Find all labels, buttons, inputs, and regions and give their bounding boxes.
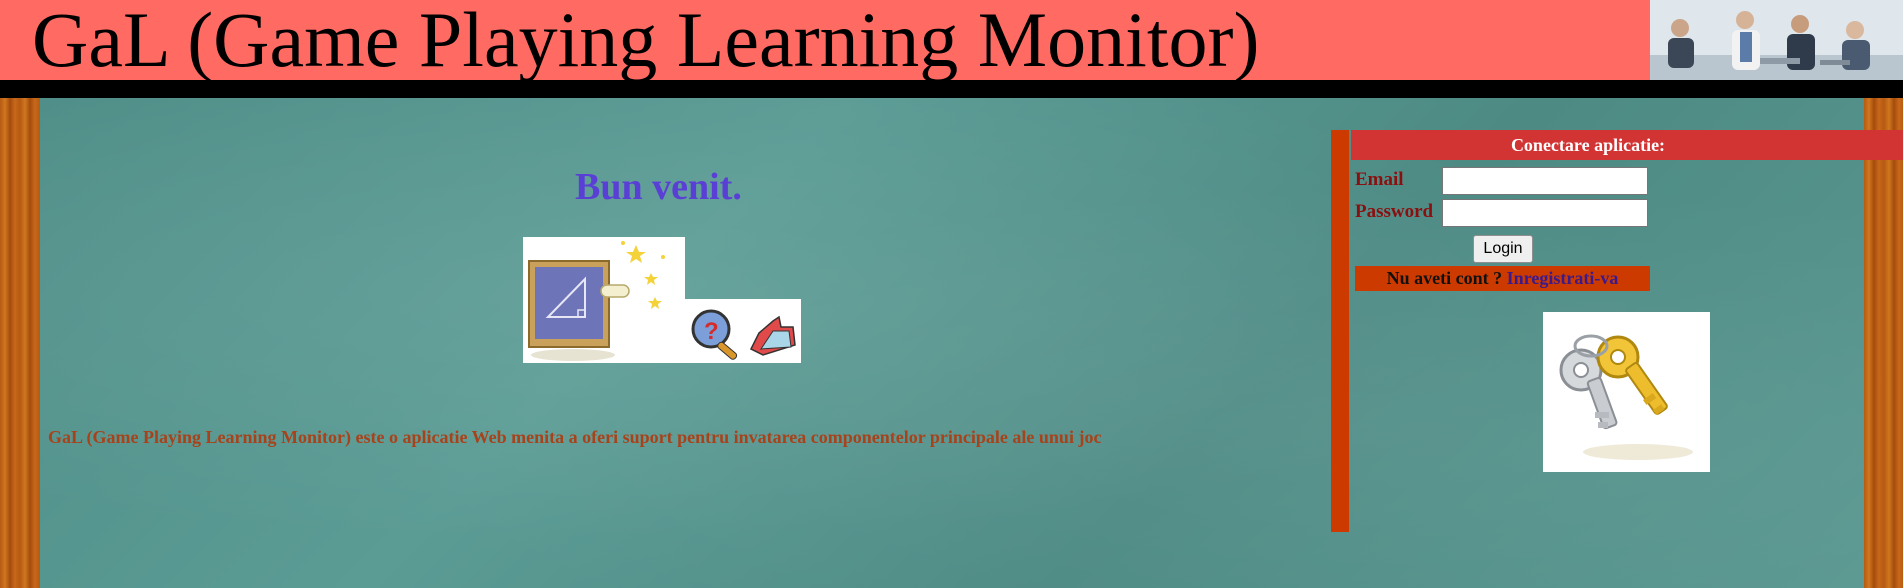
login-panel-accent-bar — [1331, 130, 1349, 532]
svg-text:?: ? — [704, 318, 719, 345]
chalkboard-question-thumbs-icon: ? — [523, 237, 801, 363]
keys-drawing — [1559, 334, 1693, 460]
password-input[interactable] — [1442, 199, 1648, 227]
login-button[interactable]: Login — [1473, 235, 1533, 263]
email-input[interactable] — [1442, 167, 1648, 195]
wood-frame-right — [1864, 98, 1903, 588]
password-label: Password — [1355, 201, 1434, 222]
wood-frame-left — [0, 98, 40, 588]
login-panel-title: Conectare aplicatie: — [1351, 130, 1903, 160]
register-link[interactable]: Inregistrati-va — [1507, 268, 1619, 288]
register-prompt-bar: Nu aveti cont ? Inregistrati-va — [1355, 266, 1650, 291]
office-people-photo — [1650, 0, 1903, 80]
illustration-drawing: ? — [528, 241, 796, 361]
header-office-photo — [1650, 0, 1903, 80]
site-title: GaL (Game Playing Learning Monitor) — [32, 0, 1260, 80]
email-label: Email — [1355, 169, 1404, 190]
register-prompt-text: Nu aveti cont ? — [1386, 268, 1503, 288]
header: GaL (Game Playing Learning Monitor) — [0, 0, 1903, 80]
keys-icon — [1543, 312, 1710, 472]
header-divider — [0, 80, 1903, 98]
welcome-heading: Bun venit. — [575, 166, 742, 208]
app-description: GaL (Game Playing Learning Monitor) este… — [48, 427, 1102, 447]
